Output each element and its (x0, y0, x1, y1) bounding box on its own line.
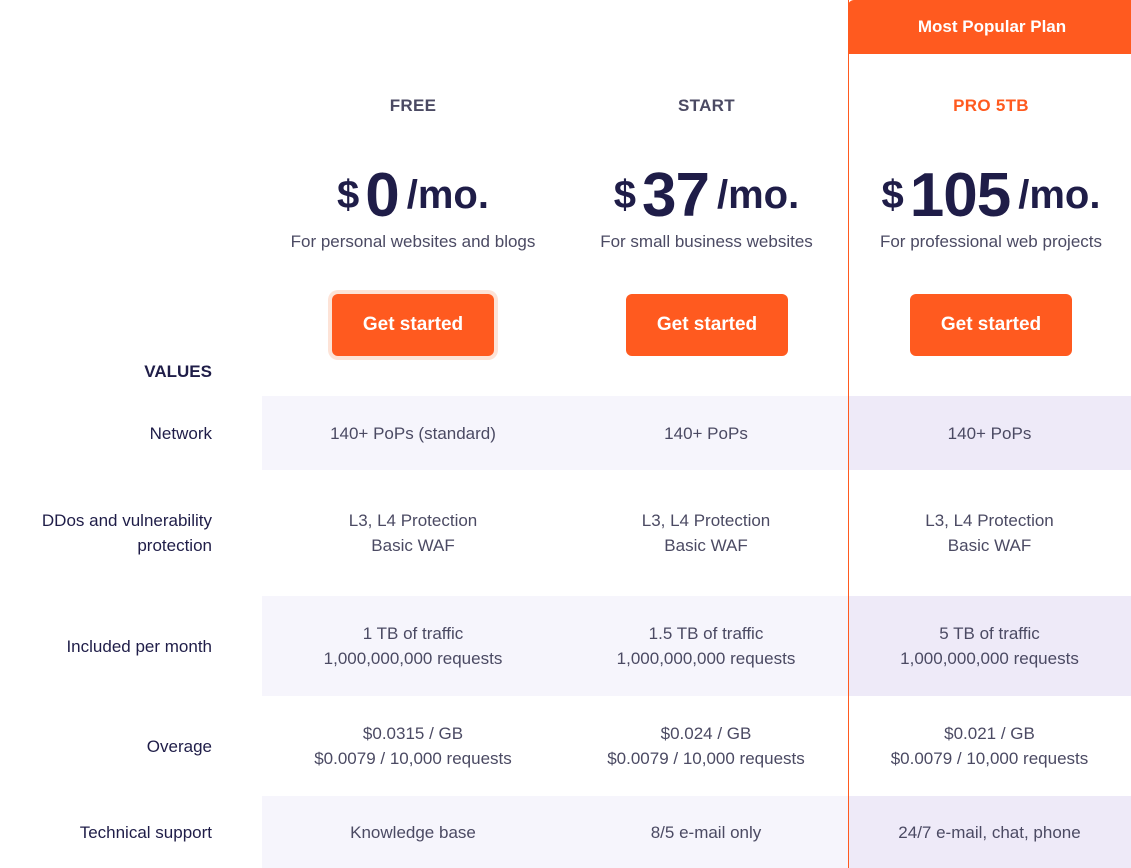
feature-row-overage: Overage $0.0315 / GB $0.0079 / 10,000 req… (0, 696, 1131, 796)
cell-pro: 24/7 e-mail, chat, phone (898, 822, 1081, 842)
price-currency: $ (881, 173, 904, 217)
plan-price: $ 105 /mo. (849, 160, 1131, 231)
price-amount: 105 (909, 161, 1011, 230)
row-label: Technical support (79, 822, 212, 842)
feature-row-network: Network 140+ PoPs (standard) 140+ PoPs 1… (0, 396, 1131, 470)
plan-price: $ 37 /mo. (565, 160, 848, 231)
plan-description: For professional web projects (879, 232, 1103, 251)
cell-pro: L3, L4 Protection Basic WAF (925, 511, 1054, 555)
price-period: /mo. (1018, 173, 1101, 217)
values-heading: VALUES (144, 362, 212, 381)
plan-name: FREE (389, 96, 437, 115)
get-started-button-pro[interactable]: Get started (910, 294, 1072, 356)
cell-free: L3, L4 Protection Basic WAF (348, 511, 478, 555)
cell-start: $0.024 / GB $0.0079 / 10,000 requests (607, 724, 805, 768)
cell-start: 8/5 e-mail only (650, 822, 762, 842)
get-started-button-free[interactable]: Get started (332, 294, 494, 356)
price-currency: $ (337, 173, 360, 217)
feature-row-ddos: DDos and vulnerability protection L3, L4… (0, 470, 1131, 596)
price-period: /mo. (716, 173, 800, 217)
plan-name: START (678, 96, 735, 115)
price-amount: 0 (365, 161, 399, 230)
row-label: Included per month (66, 636, 212, 656)
cell-pro: $0.021 / GB $0.0079 / 10,000 requests (890, 724, 1089, 768)
most-popular-banner: Most Popular Plan (848, 0, 1131, 54)
row-label: Network (149, 423, 212, 443)
cell-pro: 140+ PoPs (947, 423, 1032, 443)
cell-free: 140+ PoPs (standard) (330, 423, 496, 443)
cell-start: 140+ PoPs (664, 423, 748, 443)
get-started-button-start[interactable]: Get started (626, 294, 788, 356)
cell-free: 1 TB of traffic 1,000,000,000 requests (323, 624, 503, 668)
cell-pro: 5 TB of traffic 1,000,000,000 requests (900, 624, 1079, 668)
cell-start: L3, L4 Protection Basic WAF (641, 511, 771, 555)
plan-description: For personal websites and blogs (290, 232, 536, 251)
plan-description: For small business websites (600, 232, 813, 251)
feature-row-included: Included per month 1 TB of traffic 1,000,… (0, 596, 1131, 696)
plan-price: $ 0 /mo. (262, 160, 564, 231)
row-label: Overage (146, 736, 212, 756)
plan-name: PRO 5TB (953, 96, 1029, 115)
cell-free: Knowledge base (350, 822, 476, 842)
price-amount: 37 (642, 161, 710, 230)
row-label: DDos and vulnerability protection (41, 511, 212, 555)
feature-row-support: Technical support Knowledge base 8/5 e-m… (0, 796, 1131, 868)
price-period: /mo. (406, 173, 489, 217)
cell-free: $0.0315 / GB $0.0079 / 10,000 requests (314, 724, 512, 768)
cell-start: 1.5 TB of traffic 1,000,000,000 requests (616, 624, 796, 668)
price-currency: $ (613, 173, 637, 217)
